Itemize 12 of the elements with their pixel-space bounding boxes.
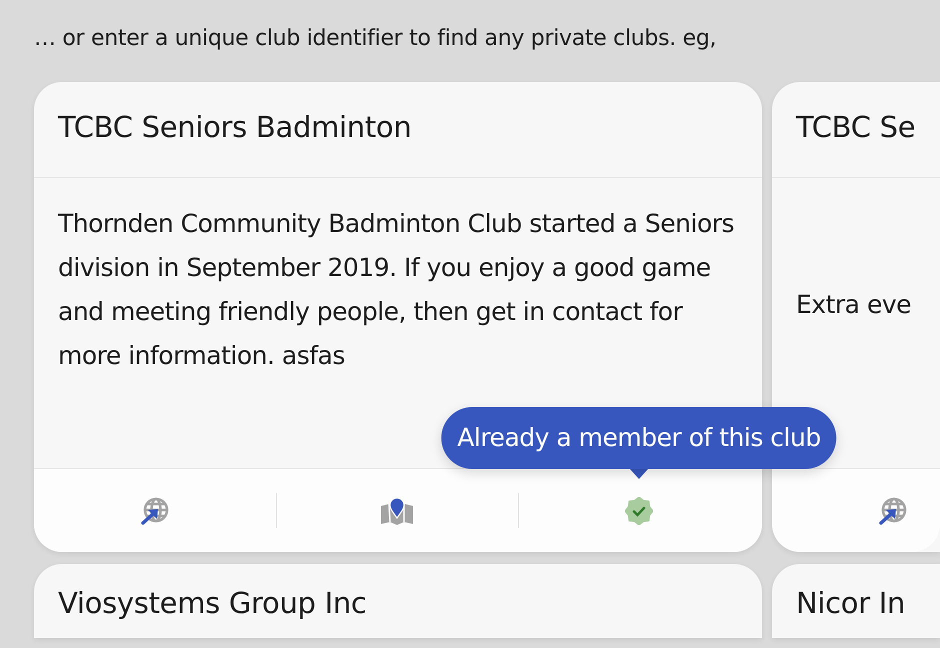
club-title: Viosystems Group Inc [58, 586, 367, 620]
globe-arrow-icon[interactable] [140, 496, 170, 524]
map-pin-icon[interactable] [380, 496, 414, 526]
globe-arrow-icon[interactable] [878, 496, 908, 524]
club-description: Extra eve [796, 289, 912, 321]
club-title: TCBC Seniors Badminton [58, 110, 412, 144]
club-title: Nicor In [796, 586, 906, 620]
tooltip: Already a member of this club [441, 407, 837, 468]
verified-badge-icon[interactable] [625, 496, 653, 524]
club-description: Thornden Community Badminton Club started a Seniors division in September 2019. If you enjoy a good game and meeting friendly people, then get in contact for more information. asfas [58, 208, 736, 372]
intro-text: … or enter a unique club identifier to find any private clubs. eg, [33, 25, 718, 53]
club-title: TCBC Se [796, 110, 916, 144]
